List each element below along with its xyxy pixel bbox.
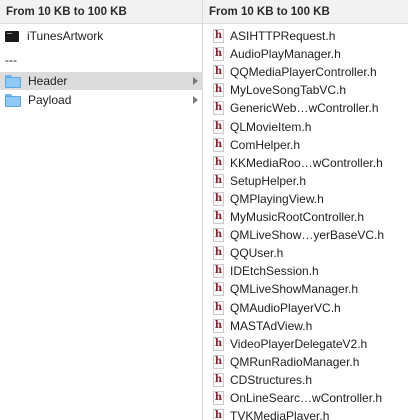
header-file-icon: h <box>213 246 224 261</box>
file-list-item[interactable]: h QQUser.h <box>203 244 408 262</box>
file-name: SetupHelper.h <box>230 173 307 188</box>
file-list-item[interactable]: h ComHelper.h <box>203 136 408 154</box>
file-list-item[interactable]: h VideoPlayerDelegateV2.h <box>203 335 408 353</box>
file-list-item[interactable]: h TVKMediaPlayer.h <box>203 407 408 420</box>
header-file-icon: h <box>213 372 224 387</box>
file-name: TVKMediaPlayer.h <box>230 409 330 420</box>
header-file-icon: h <box>213 228 224 243</box>
file-list-item[interactable]: h KKMediaRoo…wController.h <box>203 154 408 172</box>
file-name: QQMediaPlayerController.h <box>230 65 377 80</box>
file-name: IDEtchSession.h <box>230 264 319 279</box>
header-file-icon: h <box>213 137 224 152</box>
file-list-item[interactable]: h GenericWeb…wController.h <box>203 99 408 117</box>
header-file-icon: h <box>213 210 224 224</box>
header-file-icon: h <box>213 65 224 80</box>
left-column: From 10 KB to 100 KB iTunesArtwork --- H… <box>0 0 203 420</box>
right-column: From 10 KB to 100 KB h ASIHTTPRequest.h h A… <box>203 0 408 420</box>
file-name: KKMediaRoo…wController.h <box>230 155 383 170</box>
file-name: CDStructures.h <box>230 372 313 387</box>
header-file-icon: h <box>213 29 224 43</box>
file-list-item[interactable]: h MyMusicRootController.h <box>203 208 408 226</box>
header-file-icon: h <box>213 173 224 188</box>
header-file-icon: h <box>213 101 224 116</box>
file-list-item[interactable]: h SetupHelper.h <box>203 172 408 190</box>
right-column-header: From 10 KB to 100 KB <box>203 0 408 24</box>
file-name: ComHelper.h <box>230 137 301 152</box>
file-list-item[interactable]: h QMLiveShowManager.h <box>203 280 408 298</box>
chevron-right-icon <box>193 77 198 85</box>
file-name: MyLoveSongTabVC.h <box>230 83 347 98</box>
file-name: GenericWeb…wController.h <box>230 101 379 116</box>
separator-row: --- <box>0 51 202 69</box>
file-name: QMRunRadioManager.h <box>230 354 360 369</box>
file-name: VideoPlayerDelegateV2.h <box>230 336 368 351</box>
left-column-header: From 10 KB to 100 KB <box>0 0 202 24</box>
file-list-item[interactable]: h MASTAdView.h <box>203 317 408 335</box>
file-name: OnLineSearc…wController.h <box>230 391 383 405</box>
header-file-icon: h <box>213 282 224 297</box>
header-file-icon: h <box>213 318 224 333</box>
header-file-icon: h <box>213 155 224 170</box>
file-name: QQUser.h <box>230 246 284 261</box>
file-list-item[interactable]: h OnLineSearc…wController.h <box>203 389 408 407</box>
file-name: MyMusicRootController.h <box>230 210 365 224</box>
header-file-icon: h <box>213 119 224 134</box>
header-file-icon: h <box>213 191 224 206</box>
list-item-header-folder[interactable]: Header <box>0 72 202 90</box>
header-file-icon: h <box>213 336 224 351</box>
header-file-icon: h <box>213 300 224 315</box>
header-file-icon: h <box>213 83 224 98</box>
file-list-item[interactable]: h QMAudioPlayerVC.h <box>203 299 408 317</box>
file-list-item[interactable]: h QLMovieItem.h <box>203 118 408 136</box>
list-item-label: iTunesArtwork <box>27 29 104 43</box>
header-file-icon: h <box>213 391 224 405</box>
executable-file-icon <box>5 30 19 42</box>
file-name: QMAudioPlayerVC.h <box>230 300 341 315</box>
file-list-item[interactable]: h QMLiveShow…yerBaseVC.h <box>203 226 408 244</box>
file-list-item[interactable]: h QMPlayingView.h <box>203 190 408 208</box>
file-name: AudioPlayManager.h <box>230 47 341 62</box>
folder-icon <box>5 74 21 88</box>
file-list-item[interactable]: h MyLoveSongTabVC.h <box>203 81 408 99</box>
header-file-icon: h <box>213 47 224 62</box>
separator-label: --- <box>5 53 17 67</box>
folder-icon <box>5 93 21 107</box>
file-name: QLMovieItem.h <box>230 119 312 134</box>
header-file-icon: h <box>213 354 224 369</box>
file-list-item[interactable]: h CDStructures.h <box>203 371 408 389</box>
file-name: QMLiveShowManager.h <box>230 282 359 297</box>
list-item-label: Header <box>28 74 68 88</box>
header-file-icon: h <box>213 264 224 279</box>
file-name: QMPlayingView.h <box>230 191 324 206</box>
list-item-itunesartwork[interactable]: iTunesArtwork <box>0 27 202 45</box>
file-list-item[interactable]: h IDEtchSession.h <box>203 262 408 280</box>
file-name: MASTAdView.h <box>230 318 313 333</box>
list-item-label: Payload <box>28 93 72 107</box>
file-list-item[interactable]: h AudioPlayManager.h <box>203 45 408 63</box>
file-list-item[interactable]: h QQMediaPlayerController.h <box>203 63 408 81</box>
file-list-item[interactable]: h ASIHTTPRequest.h <box>203 27 408 45</box>
chevron-right-icon <box>193 96 198 104</box>
list-item-payload-folder[interactable]: Payload <box>0 91 202 109</box>
file-name: ASIHTTPRequest.h <box>230 29 336 43</box>
file-list-item[interactable]: h QMRunRadioManager.h <box>203 353 408 371</box>
header-file-icon: h <box>213 409 224 420</box>
file-name: QMLiveShow…yerBaseVC.h <box>230 228 385 243</box>
